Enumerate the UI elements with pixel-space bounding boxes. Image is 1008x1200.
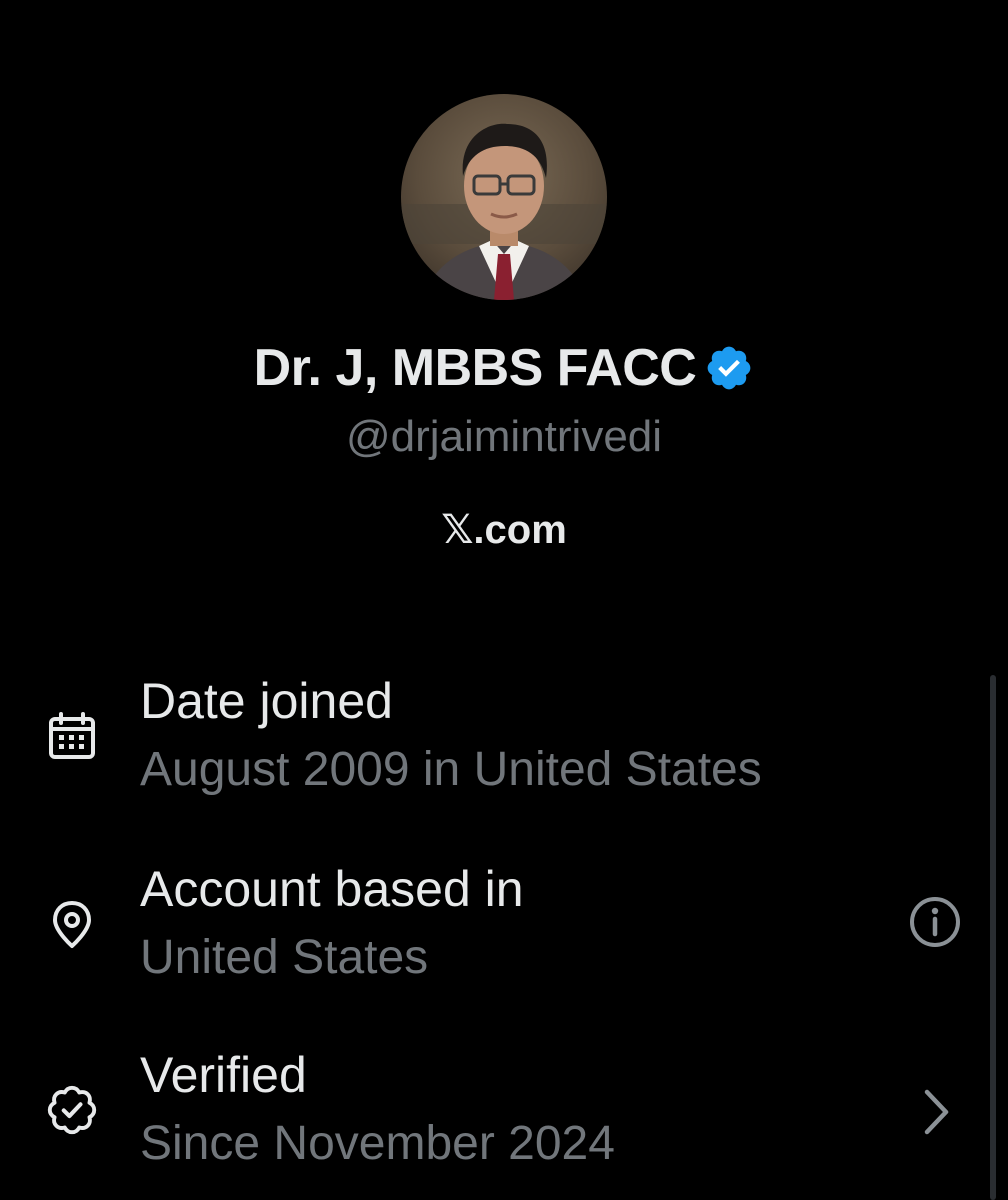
profile-photo xyxy=(401,94,607,300)
account-based-in-value: United States xyxy=(140,931,429,984)
verified-badge-icon[interactable] xyxy=(704,343,754,393)
date-joined-value: August 2009 in United States xyxy=(140,743,762,796)
date-joined-label: Date joined xyxy=(140,673,393,729)
account-based-in-label: Account based in xyxy=(140,861,524,917)
verified-badge-outline-icon xyxy=(46,1084,98,1136)
display-name: Dr. J, MBBS FACC xyxy=(253,339,697,397)
chevron-right-icon[interactable] xyxy=(906,1083,964,1141)
profile-handle: @drjaimintrivedi xyxy=(345,412,663,461)
account-based-in-row[interactable]: Account based in United States xyxy=(0,860,1008,1010)
verified-value: Since November 2024 xyxy=(140,1117,615,1170)
avatar[interactable] xyxy=(401,94,607,300)
verified-row[interactable]: Verified Since November 2024 xyxy=(0,1046,1008,1196)
site-label: 𝕏.com xyxy=(441,508,567,552)
verified-label: Verified xyxy=(140,1047,307,1103)
date-joined-row: Date joined August 2009 in United States xyxy=(0,672,1008,822)
profile-name-row: Dr. J, MBBS FACC xyxy=(0,336,1008,400)
site-label-row: 𝕏.com xyxy=(0,503,1008,557)
info-icon[interactable] xyxy=(906,893,964,951)
location-pin-icon xyxy=(46,898,98,950)
calendar-icon xyxy=(46,710,98,762)
